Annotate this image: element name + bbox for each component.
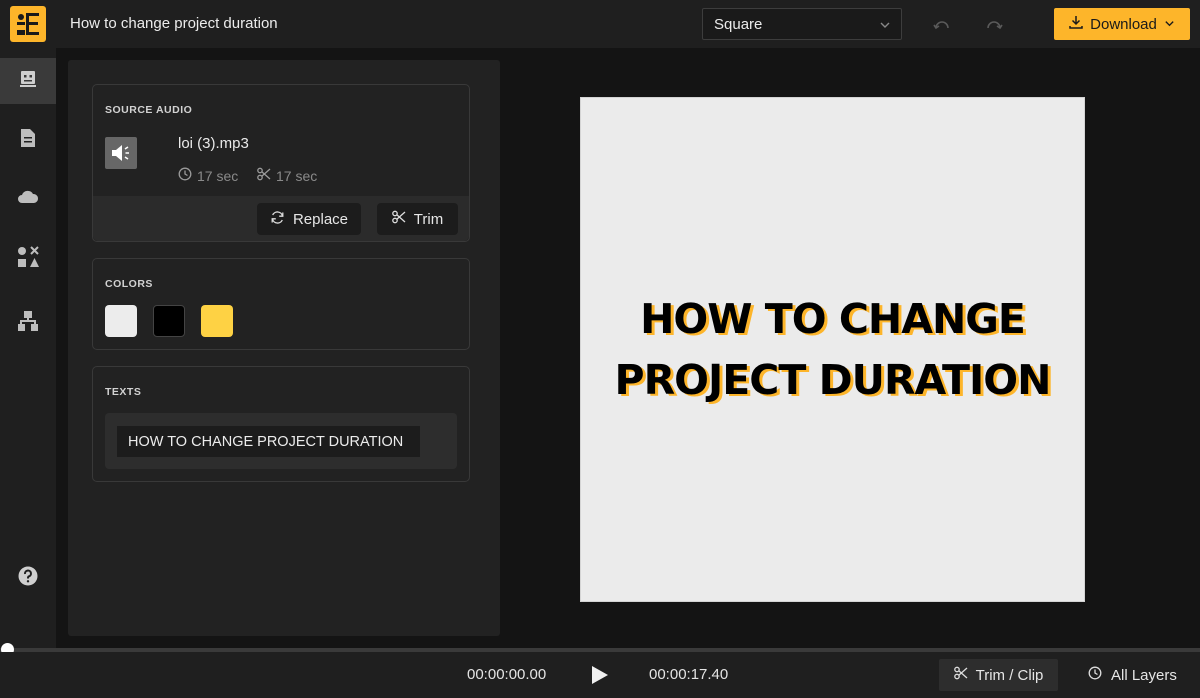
trim-clip-button[interactable]: Trim / Clip: [939, 659, 1058, 691]
chevron-down-icon: [879, 18, 891, 35]
format-select[interactable]: Square: [702, 8, 902, 40]
total-time: 00:00:17.40: [649, 666, 729, 683]
current-time: 00:00:00.00: [467, 666, 547, 683]
audio-trimmed-duration-value: 17 sec: [276, 167, 318, 184]
scissors-icon: [953, 666, 968, 684]
all-layers-button[interactable]: All Layers: [1088, 659, 1177, 691]
source-audio-card: SOURCE AUDIO loi (3).mp3 17 sec 17 sec R…: [92, 84, 470, 242]
document-icon: [19, 128, 37, 153]
all-layers-label: All Layers: [1111, 666, 1177, 684]
color-swatch-black[interactable]: [153, 305, 185, 337]
sidebar-item-cloud[interactable]: [0, 176, 56, 222]
scissors-icon: [391, 210, 406, 228]
replace-button[interactable]: Replace: [257, 203, 361, 235]
layers-icon: [1088, 666, 1102, 684]
canvas-preview[interactable]: HOW TO CHANGE PROJECT DURATION: [580, 97, 1085, 602]
trim-audio-label: Trim: [413, 210, 444, 228]
help-button[interactable]: [0, 555, 56, 601]
download-button[interactable]: Download: [1054, 8, 1190, 40]
format-select-value: Square: [714, 15, 763, 33]
color-swatch-light[interactable]: [105, 305, 137, 337]
color-swatch-yellow[interactable]: [201, 305, 233, 337]
project-title[interactable]: How to change project duration: [70, 15, 278, 32]
sidebar-item-elements[interactable]: [0, 236, 56, 282]
speaker-icon: [105, 137, 137, 169]
canvas-headline[interactable]: HOW TO CHANGE PROJECT DURATION: [598, 289, 1068, 411]
robot-face-icon: [18, 69, 38, 94]
audio-trimmed-duration: 17 sec: [257, 167, 317, 184]
help-icon: [18, 566, 38, 591]
cloud-icon: [17, 189, 39, 210]
download-label: Download: [1090, 15, 1157, 33]
hierarchy-icon: [17, 310, 39, 337]
trim-clip-label: Trim / Clip: [975, 666, 1044, 684]
colors-card: COLORS: [92, 258, 470, 350]
left-rail: [0, 48, 56, 648]
text-list: HOW TO CHANGE PROJECT DURATION: [105, 413, 457, 469]
audio-duration-value: 17 sec: [197, 167, 239, 184]
top-bar: How to change project duration Square Do…: [0, 0, 1200, 48]
texts-title: TEXTS: [105, 386, 142, 398]
undo-icon[interactable]: [932, 14, 952, 34]
sidebar-item-template[interactable]: [0, 58, 56, 104]
trim-audio-button[interactable]: Trim: [377, 203, 458, 235]
scissors-icon: [257, 167, 271, 184]
headline-line-1: HOW TO CHANGE: [640, 294, 1026, 343]
play-button[interactable]: [590, 664, 610, 686]
audio-actions: Replace Trim: [93, 196, 469, 241]
properties-panel: SOURCE AUDIO loi (3).mp3 17 sec 17 sec R…: [68, 60, 500, 636]
app-logo[interactable]: [10, 6, 46, 42]
sidebar-item-documents[interactable]: [0, 117, 56, 163]
headline-line-2: PROJECT DURATION: [614, 355, 1052, 404]
refresh-icon: [270, 210, 285, 229]
download-icon: [1069, 15, 1083, 33]
sidebar-item-hierarchy[interactable]: [0, 300, 56, 346]
chevron-down-icon: [1164, 16, 1175, 33]
source-audio-title: SOURCE AUDIO: [105, 104, 193, 116]
audio-file-name: loi (3).mp3: [178, 135, 249, 152]
text-item[interactable]: HOW TO CHANGE PROJECT DURATION: [117, 426, 421, 457]
colors-title: COLORS: [105, 278, 153, 290]
audio-duration: 17 sec: [178, 167, 238, 184]
texts-card: TEXTS HOW TO CHANGE PROJECT DURATION: [92, 366, 470, 482]
shapes-icon: [16, 245, 40, 274]
play-icon: [592, 666, 608, 684]
replace-label: Replace: [292, 210, 349, 228]
redo-icon[interactable]: [984, 14, 1004, 34]
clock-icon: [178, 167, 192, 184]
